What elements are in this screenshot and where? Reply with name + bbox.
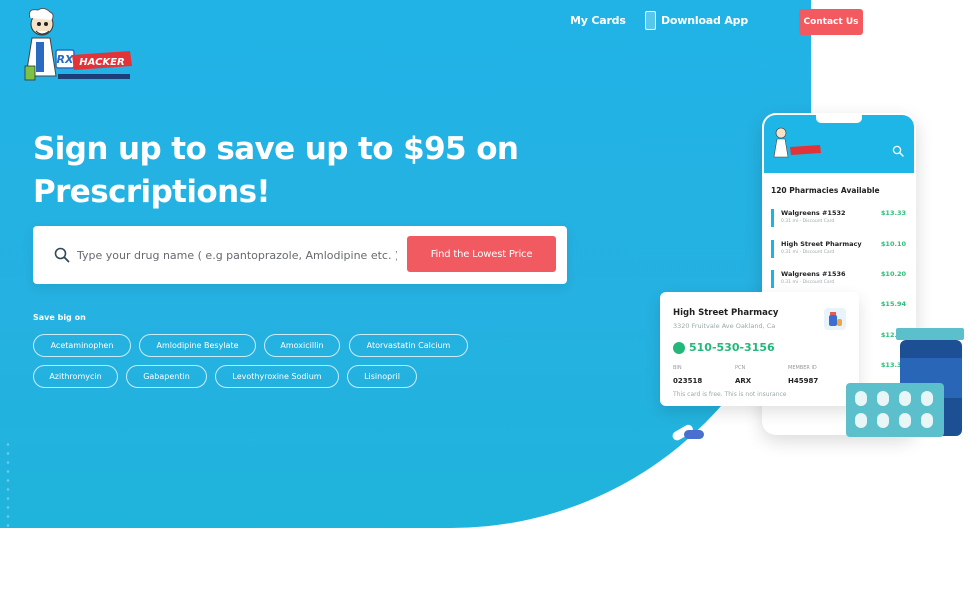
drug-search-input[interactable] [77, 244, 397, 266]
pharmacies-count: 120 Pharmacies Available [771, 186, 880, 195]
card-phone: 510-530-3156 [673, 341, 775, 354]
card-address: 3320 Fruitvale Ave Oakland, Ca [673, 322, 776, 330]
app-illustration: 120 Pharmacies Available Walgreens #1532… [650, 108, 980, 448]
decorative-dots [5, 440, 11, 530]
drug-chip-gabapentin[interactable]: Gabapentin [126, 365, 207, 388]
card-pharmacy-name: High Street Pharmacy [673, 308, 779, 318]
card-pcn: PCN ARX [735, 365, 752, 385]
find-lowest-price-button[interactable]: Find the Lowest Price [407, 236, 556, 272]
nav-my-cards[interactable]: My Cards [570, 14, 626, 27]
contact-us-button[interactable]: Contact Us [799, 9, 863, 35]
svg-text:RX: RX [57, 53, 74, 66]
drug-chip-azithromycin[interactable]: Azithromycin [33, 365, 118, 388]
drug-chip-amoxicillin[interactable]: Amoxicillin [264, 334, 340, 357]
drug-search-box: Find the Lowest Price [33, 226, 567, 284]
pharmacy-row: Walgreens #1536 0.31 mi - Discount Card … [771, 270, 906, 292]
card-member-id: MEMBER ID H45987 [788, 365, 819, 385]
drug-chip-amlodipine-besylate[interactable]: Amlodipine Besylate [139, 334, 256, 357]
drug-chip-levothyroxine-sodium[interactable]: Levothyroxine Sodium [215, 365, 339, 388]
search-icon [892, 145, 904, 157]
card-bin: BIN 023518 [673, 365, 703, 385]
phone-icon [673, 341, 685, 354]
phone-header [764, 115, 914, 173]
pharmacy-icon [824, 308, 846, 330]
discount-card: High Street Pharmacy 3320 Fruitvale Ave … [660, 292, 859, 406]
svg-text:HACKER: HACKER [79, 57, 124, 68]
page-title: Sign up to save up to $95 on Prescriptio… [33, 131, 519, 210]
rx-hacker-logo-small [773, 127, 821, 158]
drug-chip-acetaminophen[interactable]: Acetaminophen [33, 334, 131, 357]
nav-download-app-label: Download App [661, 14, 748, 27]
search-icon [54, 247, 70, 263]
smartphone-icon [645, 11, 656, 30]
blister-pack-icon [846, 383, 944, 437]
drug-chip-atorvastatin-calcium[interactable]: Atorvastatin Calcium [349, 334, 468, 357]
pharmacy-row: Walgreens #1532 0.31 mi - Discount Card … [771, 209, 906, 231]
pharmacy-row: High Street Pharmacy 0.31 mi - Discount … [771, 240, 906, 262]
card-note: This card is free. This is not insurance [673, 391, 787, 398]
nav-download-app[interactable]: Download App [645, 11, 748, 30]
save-big-label: Save big on [33, 313, 86, 322]
capsules-icon [672, 424, 748, 441]
drug-chip-lisinopril[interactable]: Lisinopril [347, 365, 417, 388]
